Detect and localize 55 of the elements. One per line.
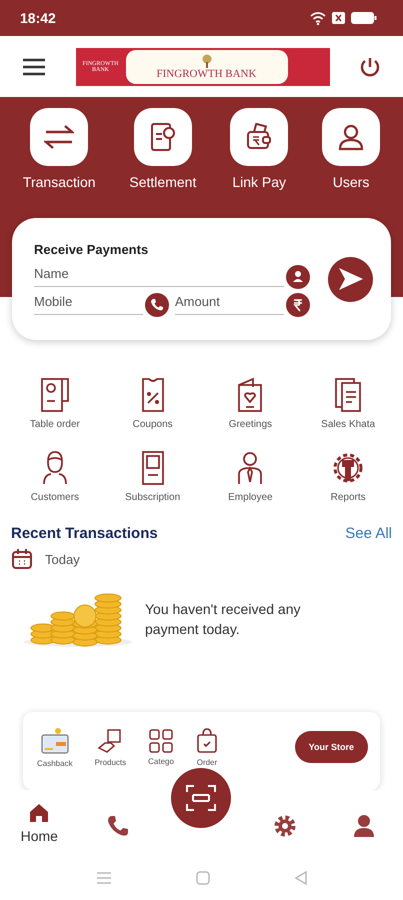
rupee-icon [286, 292, 310, 316]
service-item[interactable]: Coupons [104, 377, 202, 430]
input-field[interactable]: Amount [175, 294, 284, 315]
box-hand-icon [97, 728, 124, 754]
send-button[interactable] [328, 256, 373, 302]
user-icon [338, 123, 364, 151]
clock: 18:42 [20, 10, 56, 26]
home-icon [28, 802, 50, 824]
service-item[interactable]: Customers [6, 450, 104, 503]
swap-arrows-icon [44, 124, 74, 150]
service-item[interactable]: Table order [6, 377, 104, 430]
nav-tab[interactable]: Home [14, 802, 64, 844]
send-icon [338, 267, 364, 291]
shortcut-item[interactable]: Products [94, 728, 126, 766]
person-icon [286, 264, 310, 288]
period-label: Today [45, 552, 80, 566]
back-icon [294, 870, 308, 884]
shortcut-item[interactable]: Catego [148, 728, 174, 766]
person-icon [40, 450, 69, 486]
grid-icon [149, 728, 174, 752]
tree-icon [200, 54, 212, 68]
service-item[interactable]: Reports [299, 450, 397, 503]
service-item[interactable]: Greetings [202, 377, 300, 430]
see-all-link[interactable]: See All [345, 525, 392, 542]
wallet-icon [245, 123, 274, 151]
document-clock-icon [148, 122, 177, 152]
shortcut-item[interactable]: Order [196, 728, 218, 766]
shortcut-item[interactable]: Cashback [37, 726, 73, 768]
section-title: Recent Transactions [11, 525, 158, 542]
service-item[interactable]: Sales Khata [299, 377, 397, 430]
bank-name: FINGROWTH BANK [156, 68, 256, 80]
settings-icon [273, 814, 298, 838]
input-field[interactable]: Name [34, 266, 284, 287]
card-icon [40, 726, 70, 754]
notification-icon [332, 12, 345, 24]
user-icon [352, 814, 375, 838]
tablet-icon [140, 450, 166, 486]
home-button-icon [196, 870, 210, 884]
recents-icon [96, 870, 112, 884]
calendar-icon [11, 548, 33, 570]
power-icon [359, 56, 381, 78]
shopping-bag-icon [196, 728, 218, 754]
battery-icon [351, 12, 377, 24]
documents-icon [333, 377, 364, 413]
input-field[interactable]: Mobile [34, 294, 143, 315]
empty-message: You haven't received any payment today. [145, 600, 302, 639]
service-item[interactable]: Subscription [104, 450, 202, 503]
wifi-icon [310, 12, 326, 24]
phone-icon [106, 814, 130, 838]
service-item[interactable]: Employee [202, 450, 300, 503]
scan-icon [185, 784, 217, 812]
your-store-button[interactable]: Your Store [294, 731, 368, 763]
card-title: Receive Payments [34, 242, 150, 256]
menu-icon [22, 58, 46, 76]
phone-icon [145, 292, 169, 316]
